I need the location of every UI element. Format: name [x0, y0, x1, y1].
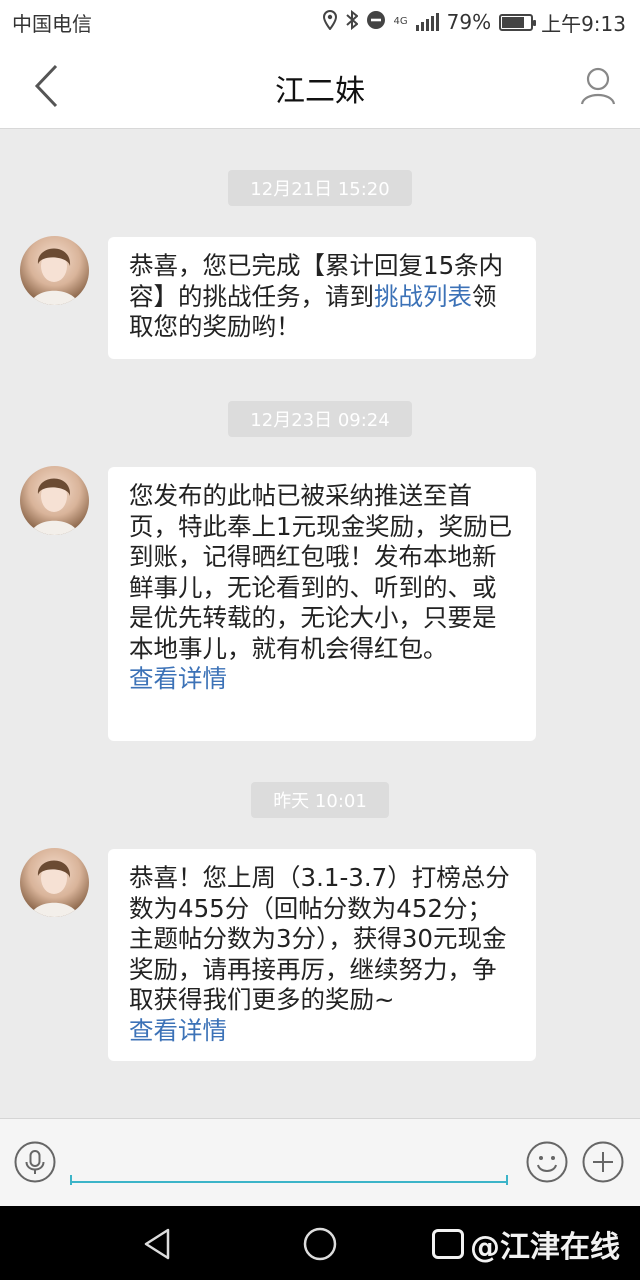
watermark: @江津在线 — [432, 1222, 620, 1266]
user-icon — [580, 67, 616, 105]
battery-icon — [499, 13, 537, 31]
message-timestamp: 昨天 10:01 — [251, 782, 389, 818]
clock: 上午9:13 — [541, 11, 626, 36]
avatar[interactable] — [20, 466, 89, 535]
circle-home-icon — [303, 1227, 337, 1261]
chat-list[interactable]: 12月21日 15:20 恭喜，您已完成【累计回复15条内容】的挑战任务，请到挑… — [0, 130, 640, 1118]
message-timestamp: 12月21日 15:20 — [228, 170, 412, 206]
signal-icon — [415, 13, 439, 31]
message-text: 您发布的此帖已被采纳推送至首页，特此奉上1元现金奖励，奖励已到账，记得晒红包哦！… — [129, 481, 513, 663]
profile-button[interactable] — [578, 64, 618, 108]
plus-icon — [582, 1141, 624, 1183]
status-icons: 4G 79% 上午9:13 — [322, 8, 626, 37]
network-label: 4G — [393, 16, 408, 27]
nav-home-button[interactable] — [302, 1226, 338, 1262]
do-not-disturb-icon — [366, 10, 386, 35]
view-details-link[interactable]: 查看详情 — [129, 664, 516, 695]
input-underline — [70, 1175, 508, 1185]
challenge-list-link[interactable]: 挑战列表 — [374, 282, 472, 311]
chat-header: 江二妹 — [0, 44, 640, 129]
battery-percent: 79% — [446, 10, 492, 34]
carrier-label: 中国电信 — [12, 11, 92, 36]
message-bubble: 恭喜，您已完成【累计回复15条内容】的挑战任务，请到挑战列表领取您的奖励哟！ — [108, 237, 536, 359]
more-button[interactable] — [582, 1141, 624, 1183]
triangle-back-icon — [144, 1228, 170, 1260]
bluetooth-icon — [345, 9, 359, 35]
system-nav-bar: @江津在线 — [0, 1206, 640, 1280]
message-text: 恭喜！您上周（3.1-3.7）打榜总分数为455分（回帖分数为452分；主题帖分… — [129, 863, 510, 1014]
watermark-text: @江津在线 — [470, 1230, 620, 1265]
voice-button[interactable] — [14, 1141, 56, 1183]
message-bubble: 恭喜！您上周（3.1-3.7）打榜总分数为455分（回帖分数为452分；主题帖分… — [108, 849, 536, 1061]
avatar[interactable] — [20, 236, 89, 305]
avatar[interactable] — [20, 848, 89, 917]
status-bar: 中国电信 4G 79% 上午9:13 — [0, 0, 640, 44]
input-bar — [0, 1118, 640, 1206]
message-timestamp: 12月23日 09:24 — [228, 401, 412, 437]
location-icon — [322, 9, 338, 35]
message-bubble: 您发布的此帖已被采纳推送至首页，特此奉上1元现金奖励，奖励已到账，记得晒红包哦！… — [108, 467, 536, 741]
emoji-button[interactable] — [526, 1141, 568, 1183]
view-details-link[interactable]: 查看详情 — [129, 1016, 516, 1047]
microphone-icon — [14, 1141, 56, 1183]
chat-title: 江二妹 — [275, 74, 365, 109]
smiley-icon — [526, 1141, 568, 1183]
chat-logo-icon — [432, 1229, 464, 1259]
nav-back-button[interactable] — [140, 1226, 176, 1262]
